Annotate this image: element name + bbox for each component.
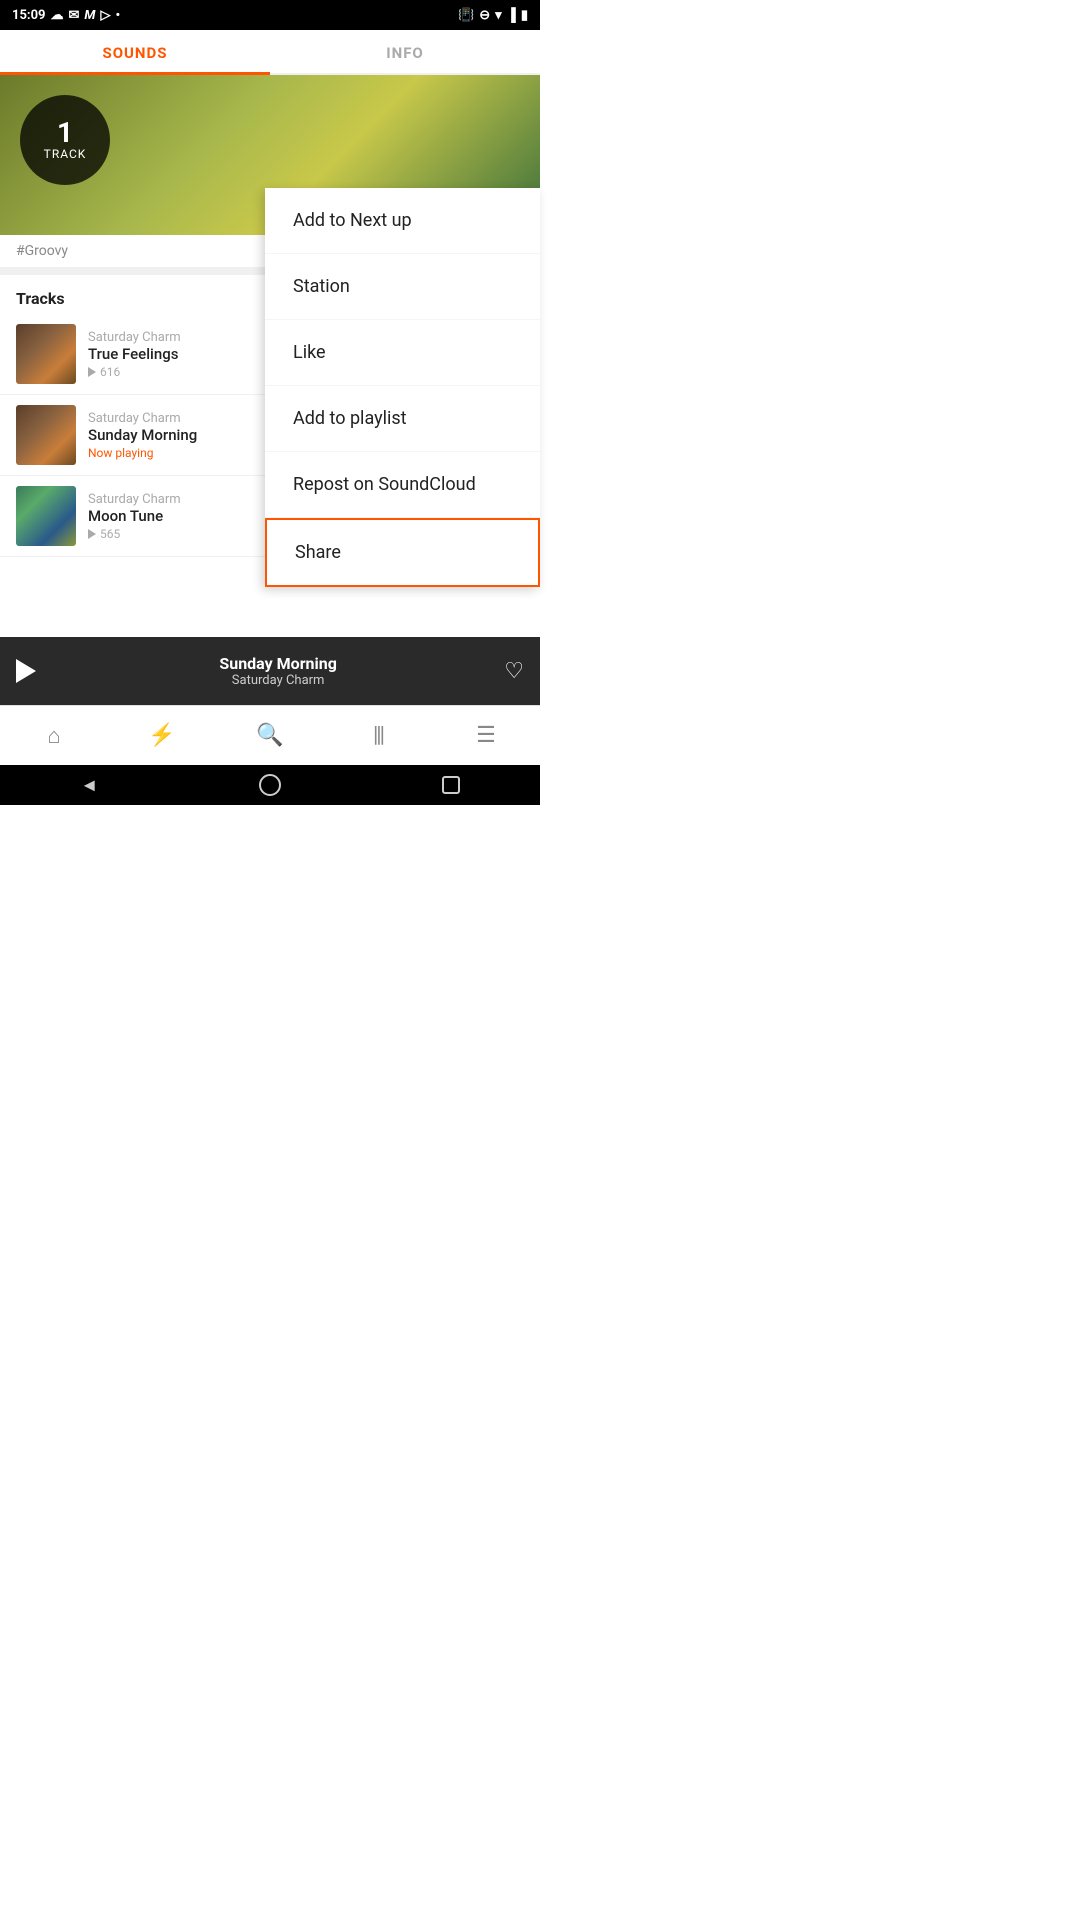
- context-station[interactable]: Station: [265, 254, 540, 320]
- nav-search[interactable]: 🔍: [216, 723, 324, 748]
- search-icon: 🔍: [256, 723, 283, 748]
- context-share[interactable]: Share: [265, 518, 540, 587]
- play-count: 616: [100, 365, 120, 379]
- context-add-next-up[interactable]: Add to Next up: [265, 188, 540, 254]
- nav-home[interactable]: ⌂: [0, 723, 108, 749]
- library-icon: |||: [373, 723, 383, 748]
- soundcloud-icon: ☁: [51, 8, 64, 23]
- context-add-playlist[interactable]: Add to playlist: [265, 386, 540, 452]
- tab-info[interactable]: INFO: [270, 30, 540, 73]
- nav-more[interactable]: ☰: [432, 723, 540, 748]
- status-time: 15:09: [12, 8, 46, 23]
- status-left: 15:09 ☁ ✉ M ▷ •: [12, 8, 120, 23]
- system-nav: ◄: [0, 765, 540, 805]
- dnd-icon: ⊖: [479, 8, 490, 23]
- now-playing-title: Sunday Morning: [52, 654, 504, 673]
- status-bar: 15:09 ☁ ✉ M ▷ • 📳 ⊖ ▾ ▐ ▮: [0, 0, 540, 30]
- track-label: TRACK: [44, 147, 87, 161]
- tabs-bar: SOUNDS INFO: [0, 30, 540, 75]
- like-button[interactable]: ♡: [504, 659, 524, 684]
- context-like[interactable]: Like: [265, 320, 540, 386]
- recents-button[interactable]: [442, 776, 460, 794]
- track-number: 1: [57, 119, 73, 147]
- context-menu: Add to Next up Station Like Add to playl…: [265, 188, 540, 587]
- home-icon: ⌂: [47, 723, 60, 749]
- track-count-badge: 1 TRACK: [20, 95, 110, 185]
- track-thumbnail: [16, 486, 76, 546]
- stream-icon: ⚡: [148, 723, 175, 748]
- menu-icon: ☰: [476, 723, 496, 748]
- nav-library[interactable]: |||: [324, 723, 432, 748]
- track-thumbnail: [16, 405, 76, 465]
- now-playing-text: Now playing: [88, 446, 153, 460]
- play-icon: [88, 529, 96, 539]
- home-button[interactable]: [259, 774, 281, 796]
- now-playing-artist: Saturday Charm: [52, 673, 504, 688]
- now-playing-bar: Sunday Morning Saturday Charm ♡: [0, 637, 540, 705]
- back-button[interactable]: ◄: [80, 775, 98, 796]
- play-triangle-icon: [16, 659, 36, 683]
- play-icon: [88, 367, 96, 377]
- battery-icon: ▮: [521, 8, 528, 23]
- play-button[interactable]: [16, 659, 36, 683]
- signal-icon: ▐: [507, 7, 516, 23]
- track-thumbnail: [16, 324, 76, 384]
- play-count: 565: [100, 527, 120, 541]
- vibrate-icon: 📳: [458, 8, 474, 23]
- status-right: 📳 ⊖ ▾ ▐ ▮: [458, 7, 528, 23]
- tab-sounds[interactable]: SOUNDS: [0, 30, 270, 75]
- dot-icon: •: [115, 8, 120, 23]
- context-repost[interactable]: Repost on SoundCloud: [265, 452, 540, 518]
- medium-icon: M: [84, 8, 95, 23]
- nav-stream[interactable]: ⚡: [108, 723, 216, 748]
- wifi-icon: ▾: [495, 8, 502, 23]
- now-playing-info: Sunday Morning Saturday Charm: [52, 654, 504, 688]
- gmail-icon: ✉: [69, 8, 80, 23]
- paperplane-icon: ▷: [100, 8, 110, 23]
- bottom-nav: ⌂ ⚡ 🔍 ||| ☰: [0, 705, 540, 765]
